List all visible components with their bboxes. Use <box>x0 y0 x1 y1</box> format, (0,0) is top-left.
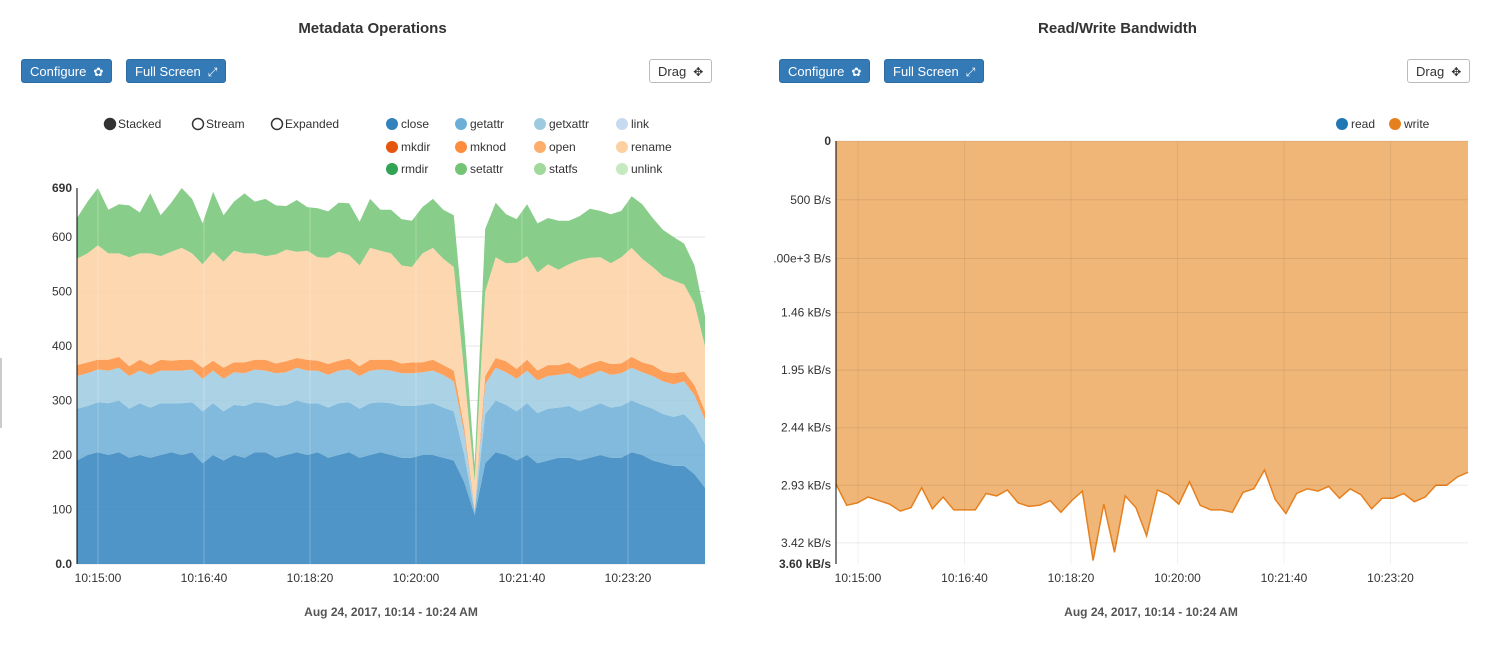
y-tick-label: .00e+3 B/s <box>773 252 831 266</box>
legend-close-label: close <box>401 117 429 131</box>
legend-mknod-label: mknod <box>470 140 506 154</box>
x-tick-label: 10:21:40 <box>499 571 546 585</box>
control-stream-label: Stream <box>206 117 245 131</box>
legend-statfs-swatch <box>534 163 546 175</box>
x-tick-label: 10:23:20 <box>1367 571 1414 585</box>
y-tick-label: 400 <box>52 339 72 353</box>
legend-unlink-label: unlink <box>631 162 663 176</box>
bandwidth-chart: 0 500 B/s .00e+3 B/s 1.46 kB/s 1.95 kB/s 2.44… <box>773 117 1469 619</box>
series-area-write <box>836 141 1468 561</box>
metadata-operations-panel: Metadata Operations Configure ✿ Full Scre… <box>0 0 745 647</box>
x-tick-label: 10:18:20 <box>1048 571 1095 585</box>
y-tick-label: 2.93 kB/s <box>781 478 831 492</box>
legend-getxattr-swatch <box>534 118 546 130</box>
x-tick-label: 10:18:20 <box>287 571 334 585</box>
x-tick-label: 10:21:40 <box>1261 571 1308 585</box>
x-tick-label: 10:23:20 <box>605 571 652 585</box>
y-tick-label: 1.95 kB/s <box>781 363 831 377</box>
y-tick-label: 300 <box>52 394 72 408</box>
y-tick-label: 600 <box>52 230 72 244</box>
legend-rename-swatch <box>616 141 628 153</box>
control-expanded-label: Expanded <box>285 117 339 131</box>
legend-getattr-label: getattr <box>470 117 504 131</box>
x-tick-label: 10:20:00 <box>393 571 440 585</box>
legend-open-swatch <box>534 141 546 153</box>
legend-link-swatch <box>616 118 628 130</box>
legend-close-swatch <box>386 118 398 130</box>
legend-setattr-label: setattr <box>470 162 503 176</box>
legend-rmdir-swatch <box>386 163 398 175</box>
series-area-close <box>77 452 705 564</box>
x-tick-label: 10:16:40 <box>941 571 988 585</box>
y-tick-label: 0.0 <box>55 557 72 571</box>
legend-link-label: link <box>631 117 650 131</box>
y-tick-label: 3.42 kB/s <box>781 536 831 550</box>
x-tick-label: 10:15:00 <box>75 571 122 585</box>
radio-stacked-icon <box>103 117 117 131</box>
legend-rename-label: rename <box>631 140 672 154</box>
y-tick-label: 2.44 kB/s <box>781 421 831 435</box>
y-tick-label: 100 <box>52 503 72 517</box>
radio-expanded-icon <box>270 117 284 131</box>
legend-write-swatch <box>1389 118 1401 130</box>
y-tick-label: 0 <box>824 134 831 148</box>
legend-write-label: write <box>1403 117 1430 131</box>
date-range-label: Aug 24, 2017, 10:14 - 10:24 AM <box>304 605 478 619</box>
legend-read-label: read <box>1351 117 1375 131</box>
x-tick-label: 10:20:00 <box>1154 571 1201 585</box>
legend-rmdir-label: rmdir <box>401 162 428 176</box>
legend-mkdir-swatch <box>386 141 398 153</box>
y-tick-label: 690 <box>52 181 72 195</box>
legend-statfs-label: statfs <box>549 162 578 176</box>
y-tick-label: 3.60 kB/s <box>779 557 831 571</box>
y-tick-label: 200 <box>52 448 72 462</box>
y-tick-label: 1.46 kB/s <box>781 306 831 320</box>
control-stacked-label: Stacked <box>118 117 161 131</box>
legend-mkdir-label: mkdir <box>401 140 430 154</box>
legend-open-label: open <box>549 140 576 154</box>
legend-getattr-swatch <box>455 118 467 130</box>
legend-mknod-swatch <box>455 141 467 153</box>
y-tick-label: 500 <box>52 285 72 299</box>
legend-setattr-swatch <box>455 163 467 175</box>
legend-unlink-swatch <box>616 163 628 175</box>
x-tick-label: 10:15:00 <box>835 571 882 585</box>
legend-read-swatch <box>1336 118 1348 130</box>
date-range-label: Aug 24, 2017, 10:14 - 10:24 AM <box>1064 605 1238 619</box>
radio-stream-icon <box>191 117 205 131</box>
metadata-chart: 0.0 100 200 300 400 500 600 690 10:15:00 10:16:40… <box>52 117 705 619</box>
bandwidth-panel: Read/Write Bandwidth Configure ✿ Full Scr… <box>745 0 1490 647</box>
panel-edge-marker <box>0 358 2 428</box>
legend-getxattr-label: getxattr <box>549 117 589 131</box>
x-tick-label: 10:16:40 <box>181 571 228 585</box>
y-tick-label: 500 B/s <box>790 193 831 207</box>
